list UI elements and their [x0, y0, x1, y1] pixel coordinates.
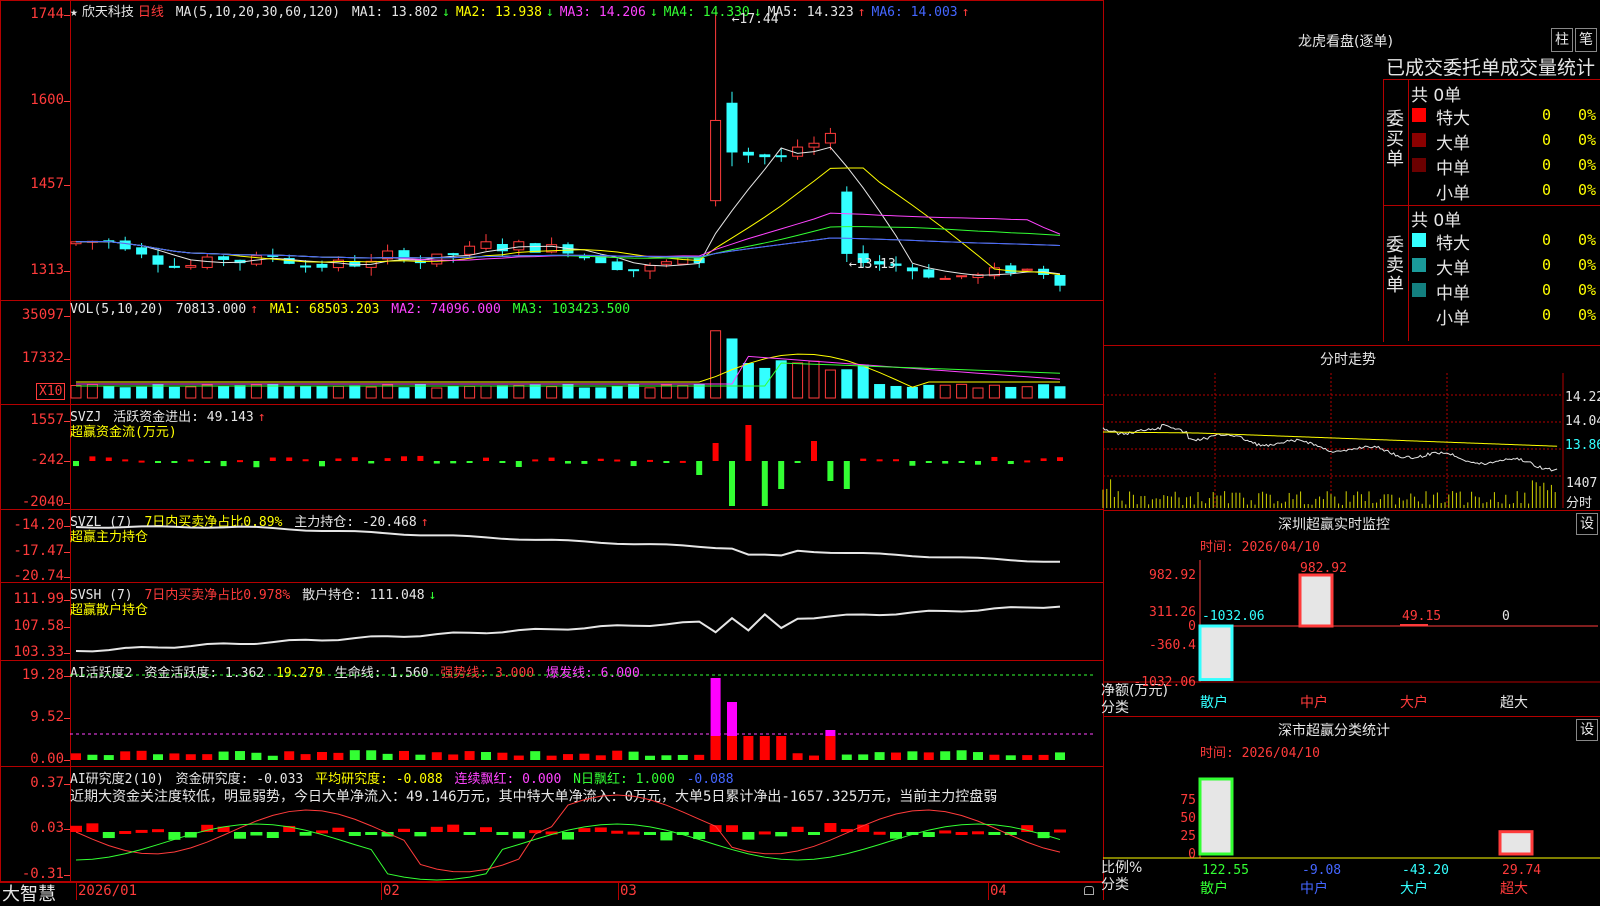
- szmon-value-label: 49.15: [1402, 609, 1441, 624]
- szcls-category: 大户: [1400, 880, 1428, 897]
- szmon-y-tick: 311.26: [1149, 605, 1196, 620]
- szcls-category: 超大: [1500, 881, 1528, 897]
- szcls-category: 散户: [1200, 880, 1228, 897]
- szmon-bar: [1198, 624, 1234, 682]
- szcls-y-tick: 75: [1180, 793, 1196, 808]
- szcls-y-tick: 25: [1180, 829, 1196, 844]
- szcls-y-tick: 50: [1180, 811, 1196, 826]
- szcls-value-label: 29.74: [1502, 863, 1541, 878]
- szmon-category: 散户: [1200, 694, 1228, 711]
- szmon-category: 中户: [1300, 694, 1328, 711]
- fenshi-avg-line: [1102, 431, 1558, 447]
- szmon-bar: [1400, 624, 1428, 626]
- szmon-value-label: 982.92: [1300, 561, 1347, 576]
- szcls-category: 中户: [1300, 880, 1328, 897]
- szmon-y-tick: 0: [1188, 619, 1196, 634]
- fenshi-price-line: [1102, 424, 1558, 472]
- side-chart-canvas: 982.92311.260-360.4-1032.06-1032.06散户982…: [1102, 373, 1600, 897]
- szmon-value-label: -1032.06: [1202, 609, 1265, 624]
- szmon-y-tick: -360.4: [1149, 638, 1196, 653]
- szcls-y-tick: 0: [1188, 847, 1196, 862]
- szcls-bar: [1498, 830, 1534, 856]
- szmon-bar: [1298, 573, 1334, 628]
- szmon-y-tick: 982.92: [1149, 568, 1196, 583]
- szcls-bar: [1198, 777, 1234, 856]
- szmon-category: 超大: [1500, 695, 1528, 711]
- szmon-value-label: 0: [1502, 609, 1510, 624]
- szcls-value-label: -43.20: [1402, 863, 1449, 878]
- szcls-value-label: 122.55: [1202, 863, 1249, 878]
- szmon-y-tick: -1032.06: [1133, 675, 1196, 690]
- szmon-category: 大户: [1400, 694, 1428, 711]
- szcls-value-label: -9.08: [1302, 863, 1341, 878]
